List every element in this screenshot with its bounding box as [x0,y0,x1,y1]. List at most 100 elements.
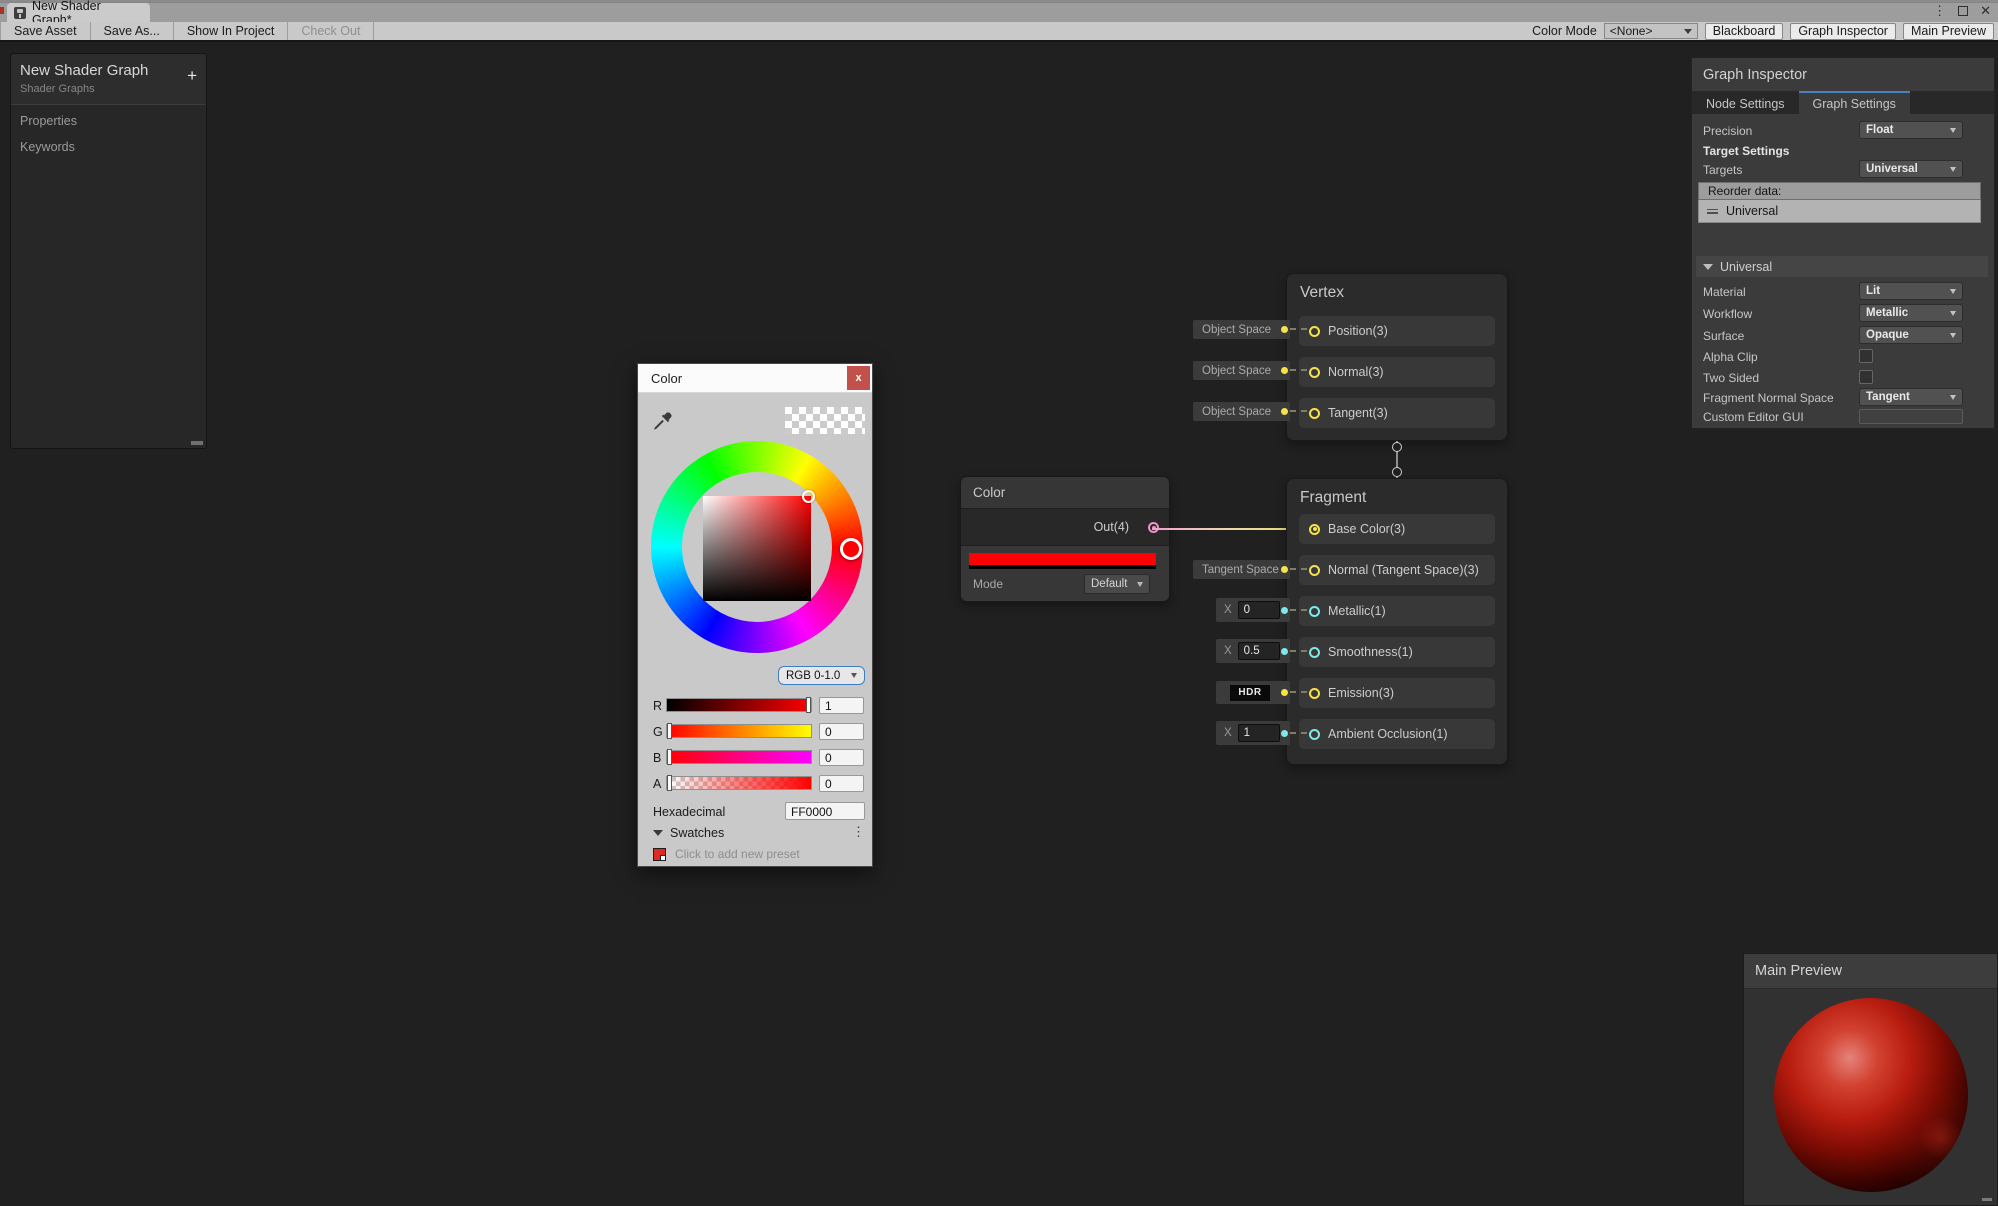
g-slider-track[interactable] [666,724,812,738]
wire-color-out-to-base-color[interactable] [1152,528,1308,530]
add-preset-hint[interactable]: Click to add new preset [675,847,800,861]
swatches-label[interactable]: Swatches [670,826,724,840]
fragment-slot-normal[interactable]: Normal (Tangent Space)(3) [1299,555,1495,585]
b-slider-thumb[interactable] [667,749,672,765]
color-picker-title: Color [651,371,682,386]
base-color-port[interactable] [1309,524,1320,535]
inspector-tabs: Node Settings Graph Settings [1692,91,1994,114]
ambient-occlusion-port[interactable] [1309,729,1320,740]
fragment-slot-ambient-occlusion[interactable]: Ambient Occlusion(1) [1299,719,1495,749]
surface-dropdown[interactable]: Opaque [1859,326,1963,344]
a-slider-track[interactable] [666,776,812,790]
reorder-item-universal[interactable]: Universal [1698,200,1981,223]
workflow-dropdown[interactable]: Metallic [1859,304,1963,322]
tangent-port[interactable] [1309,408,1320,419]
graph-inspector-toggle-button[interactable]: Graph Inspector [1790,23,1896,40]
fragment-context-node[interactable]: Fragment Base Color(3) Normal (Tangent S… [1286,478,1508,765]
color-mode-select[interactable]: RGB 0-1.0 [778,666,865,685]
color-node-swatch[interactable] [969,553,1156,569]
metallic-port[interactable] [1309,606,1320,617]
save-asset-button[interactable]: Save Asset [0,22,91,40]
show-in-project-button[interactable]: Show In Project [174,22,289,40]
hue-selector-knob[interactable] [840,538,862,560]
vertex-slot-normal[interactable]: Normal(3) [1299,357,1495,387]
targets-dropdown[interactable]: Universal [1859,160,1963,178]
position-port[interactable] [1309,326,1320,337]
tab-graph-settings[interactable]: Graph Settings [1799,91,1910,114]
hdr-color-swatch[interactable]: HDR [1230,685,1270,701]
tab-node-settings[interactable]: Node Settings [1692,91,1799,114]
smoothness-value-input[interactable]: 0.5 [1238,642,1280,660]
smoothness-port[interactable] [1309,647,1320,658]
saturation-value-square[interactable] [703,496,811,601]
tab-new-shader-graph[interactable]: New Shader Graph* [7,3,150,22]
add-property-button[interactable]: + [187,67,197,84]
window-menu-icon[interactable]: ⋮ [1933,4,1946,17]
fragment-normal-space-dropdown[interactable]: Tangent [1859,388,1963,406]
ambient-occlusion-value-input[interactable]: 1 [1238,724,1280,742]
shader-graph-asset-icon [14,7,26,19]
normal-binding-dash [1290,568,1307,570]
normal-ts-port[interactable] [1309,565,1320,576]
normal-port[interactable] [1309,367,1320,378]
g-value-field[interactable]: 0 [819,723,864,740]
material-dropdown[interactable]: Lit [1859,282,1963,300]
preview-resize-handle[interactable] [1982,1198,1992,1201]
g-slider-thumb[interactable] [667,723,672,739]
a-slider-thumb[interactable] [667,775,672,791]
b-slider-track[interactable] [666,750,812,764]
tangent-space-label[interactable]: Object Space [1193,402,1290,421]
vertex-slot-tangent[interactable]: Tangent(3) [1299,398,1495,428]
alpha-clip-checkbox[interactable] [1859,349,1873,363]
maximize-icon[interactable] [1958,6,1968,16]
universal-foldout-header[interactable]: Universal [1696,256,1988,277]
fragment-slot-base-color[interactable]: Base Color(3) [1299,514,1495,544]
r-slider-thumb[interactable] [806,697,811,713]
metallic-value-input[interactable]: 0 [1238,601,1280,619]
vertex-context-node[interactable]: Vertex Position(3) Normal(3) Tangent(3) [1286,273,1508,441]
drag-handle-icon[interactable] [1707,207,1718,216]
precision-dropdown[interactable]: Float [1859,121,1963,139]
normal-space-label[interactable]: Object Space [1193,361,1290,380]
swatches-menu-icon[interactable]: ⋮ [852,824,865,840]
normal-space-binding-label[interactable]: Tangent Space [1193,560,1290,579]
color-picker-titlebar[interactable]: Color x [638,364,872,393]
swatches-foldout-triangle-icon[interactable] [653,830,663,836]
blackboard-section-keywords[interactable]: Keywords [11,131,206,157]
color-node[interactable]: Color Out(4) Mode Default [960,476,1170,602]
r-value-field[interactable]: 1 [819,697,864,714]
chevron-down-icon [1137,582,1143,587]
targets-label: Targets [1703,163,1742,177]
b-value-field[interactable]: 0 [819,749,864,766]
save-as-button[interactable]: Save As... [91,22,174,40]
color-node-header[interactable]: Color [961,477,1169,509]
custom-editor-gui-field[interactable] [1859,409,1963,424]
preview-sphere[interactable] [1774,998,1968,1192]
fragment-slot-emission[interactable]: Emission(3) [1299,678,1495,708]
color-mode-dropdown[interactable]: <None> [1604,23,1698,39]
color-picker-close-button[interactable]: x [847,366,870,390]
main-preview-titlebar[interactable]: Main Preview [1744,954,1997,989]
position-space-label[interactable]: Object Space [1193,320,1290,339]
a-value-field[interactable]: 0 [819,775,864,792]
blackboard-section-properties[interactable]: Properties [11,105,206,131]
main-preview-toggle-button[interactable]: Main Preview [1903,23,1994,40]
fragment-slot-metallic[interactable]: Metallic(1) [1299,596,1495,626]
check-out-button[interactable]: Check Out [288,22,374,40]
two-sided-checkbox[interactable] [1859,370,1873,384]
main-preview-panel: Main Preview [1743,953,1998,1206]
vertex-slot-position[interactable]: Position(3) [1299,316,1495,346]
r-slider-track[interactable] [666,698,812,712]
blackboard-toggle-button[interactable]: Blackboard [1705,23,1784,40]
fragment-slot-smoothness[interactable]: Smoothness(1) [1299,637,1495,667]
eyedropper-icon[interactable] [651,410,673,432]
close-icon[interactable]: ✕ [1980,4,1991,17]
mode-dropdown[interactable]: Default [1084,574,1150,594]
blackboard-resize-handle[interactable] [191,441,203,445]
saturation-value-knob[interactable] [802,490,815,503]
add-preset-swatch-icon[interactable] [653,848,666,861]
emission-port[interactable] [1309,688,1320,699]
chevron-down-icon [1950,128,1956,133]
window-titlebar: New Shader Graph* ⋮ ✕ [0,0,1998,22]
hexadecimal-field[interactable]: FF0000 [785,802,865,820]
